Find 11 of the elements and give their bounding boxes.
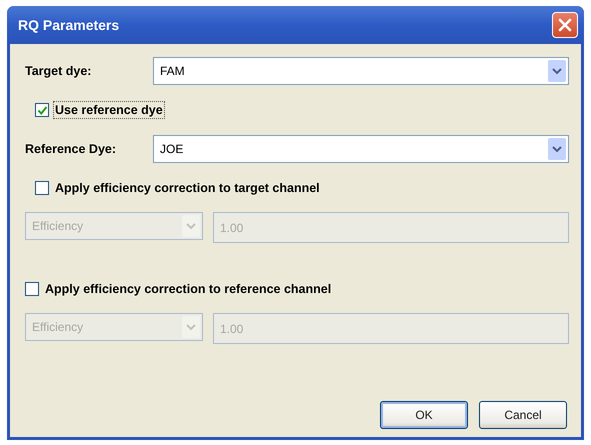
target-dye-label: Target dye:: [25, 64, 92, 78]
dialog-button[interactable]: Cancel: [479, 401, 567, 429]
reference-dye-label: Reference Dye:: [25, 142, 118, 156]
target-dye-dropdown[interactable]: FAM: [153, 57, 569, 85]
reference-dye-dropdown[interactable]: JOE: [153, 135, 569, 163]
window-title: RQ Parameters: [18, 17, 120, 33]
dialog-button[interactable]: OK: [380, 401, 468, 429]
close-button[interactable]: [552, 12, 578, 38]
close-icon: [557, 17, 573, 33]
checkbox[interactable]: [35, 103, 49, 117]
checkbox-label[interactable]: Use reference dye: [53, 101, 165, 119]
